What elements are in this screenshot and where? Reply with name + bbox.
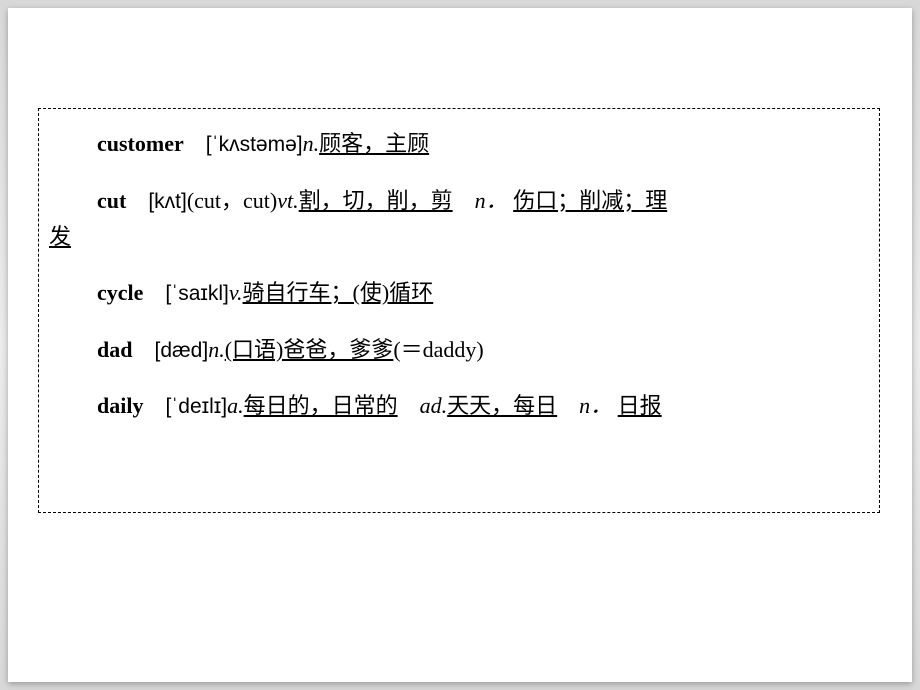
- pos-customer: n.: [303, 131, 320, 156]
- headword-daily: daily: [97, 393, 143, 418]
- pos-dad: n.: [208, 337, 225, 362]
- def-dad: (口语)爸爸，爹爹: [225, 337, 394, 362]
- def-cycle: 骑自行车；(使)循环: [243, 280, 434, 305]
- pos1-cut: vt.: [277, 188, 298, 213]
- pos2-cut: n．: [475, 188, 508, 213]
- pos-cycle: v.: [229, 280, 243, 305]
- def1-cut: 割，切，削，剪: [299, 188, 453, 213]
- def1-daily: 每日的，日常的: [244, 393, 398, 418]
- ipa-dad: [dæd]: [154, 339, 208, 362]
- pos3-daily: n．: [579, 393, 612, 418]
- ipa-customer: [ˈkʌstəmə]: [206, 133, 303, 156]
- entry-dad: dad [dæd]n.(口语)爸爸，爹爹(＝daddy): [49, 333, 859, 368]
- slide-canvas: customer [ˈkʌstəmə]n.顾客，主顾 cut [kʌt](cut…: [8, 8, 912, 682]
- content-box: customer [ˈkʌstəmə]n.顾客，主顾 cut [kʌt](cut…: [38, 108, 880, 513]
- def2-daily: 天天，每日: [447, 393, 557, 418]
- headword-cut: cut: [97, 188, 126, 213]
- entry-customer: customer [ˈkʌstəmə]n.顾客，主顾: [49, 127, 859, 162]
- pos2-daily: ad.: [420, 393, 448, 418]
- note-dad: (＝daddy): [393, 337, 483, 362]
- ipa-cycle: [ˈsaɪkl]: [165, 282, 228, 305]
- def2a-cut: 伤口；削减；理: [513, 188, 667, 213]
- headword-customer: customer: [97, 131, 184, 156]
- ipa-cut: [kʌt]: [148, 190, 187, 213]
- entry-daily: daily [ˈdeɪlɪ]a.每日的，日常的 ad.天天，每日 n． 日报: [49, 389, 859, 424]
- headword-cycle: cycle: [97, 280, 143, 305]
- entry-cycle: cycle [ˈsaɪkl]v.骑自行车；(使)循环: [49, 276, 859, 311]
- entry-cut: cut [kʌt](cut，cut)vt.割，切，削，剪 n． 伤口；削减；理 …: [49, 184, 859, 255]
- forms-cut: (cut，cut): [187, 188, 277, 213]
- ipa-daily: [ˈdeɪlɪ]: [165, 395, 227, 418]
- def-customer: 顾客，主顾: [319, 131, 429, 156]
- headword-dad: dad: [97, 337, 132, 362]
- def2b-cut: 发: [49, 224, 71, 249]
- pos1-daily: a.: [227, 393, 244, 418]
- def3-daily: 日报: [618, 393, 662, 418]
